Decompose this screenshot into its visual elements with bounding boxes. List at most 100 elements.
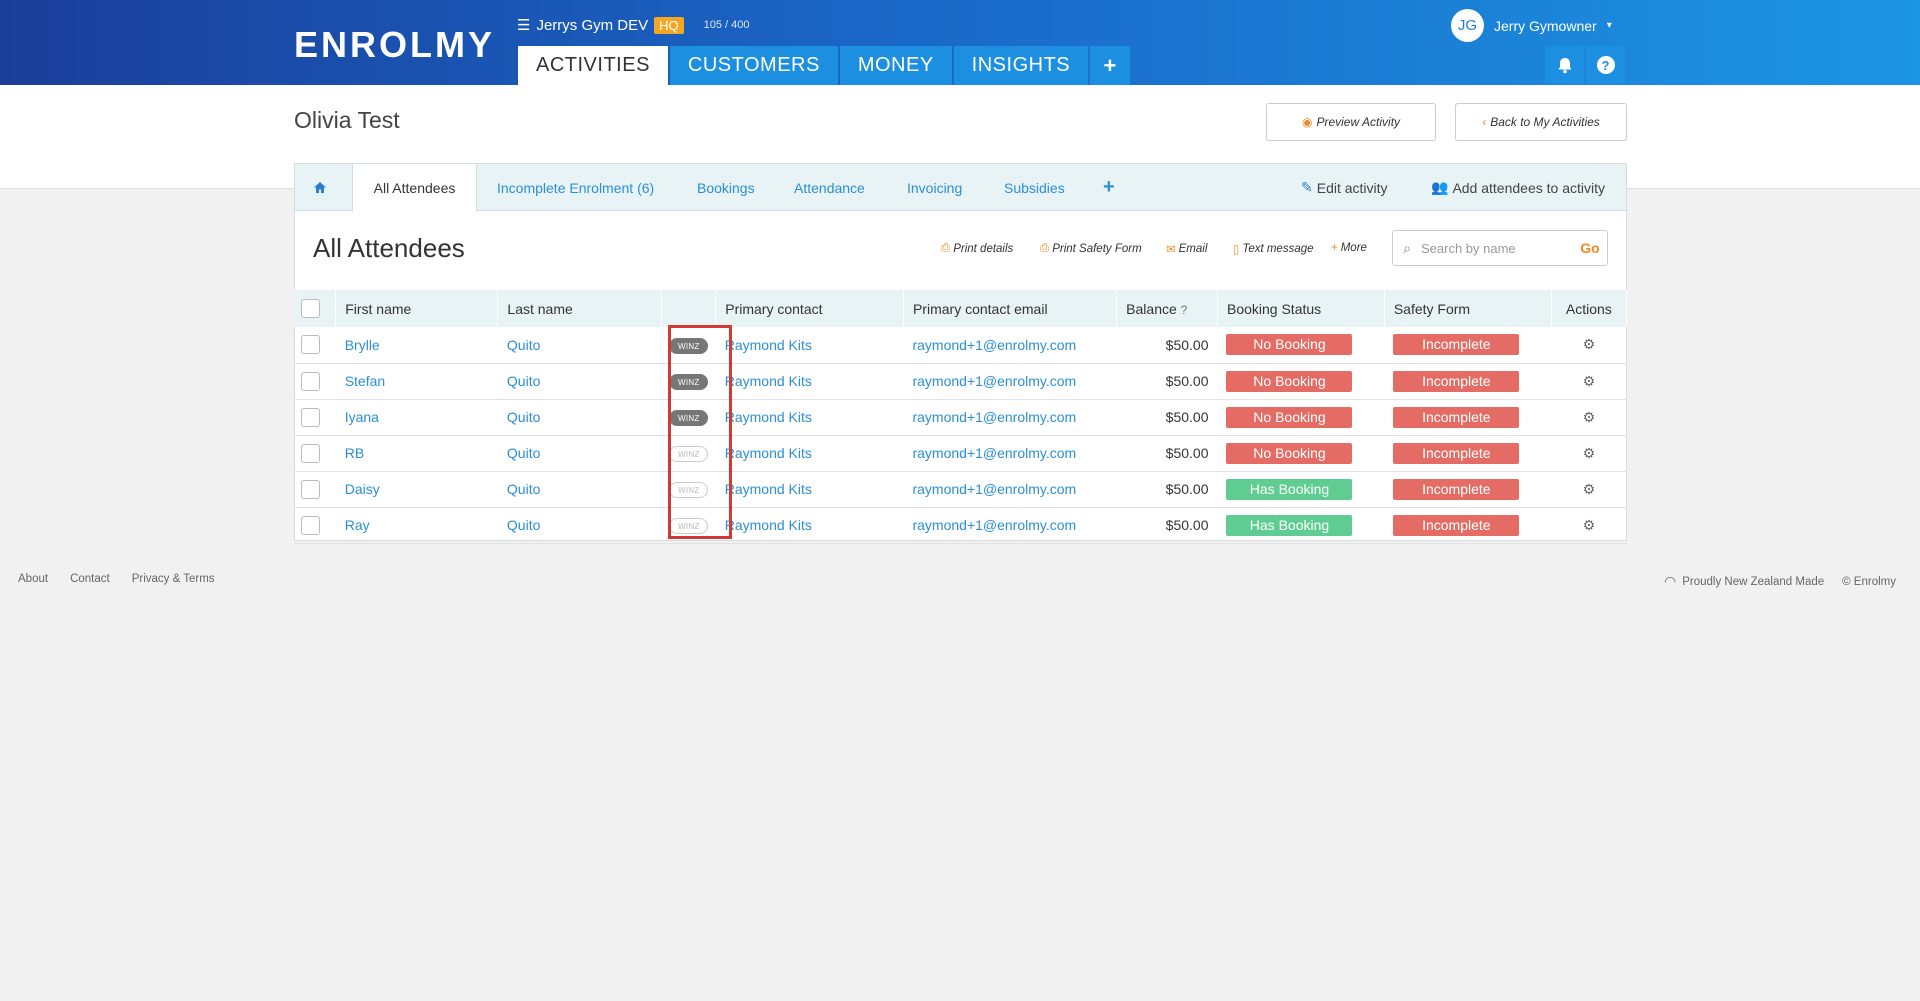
- select-all-checkbox[interactable]: [301, 299, 320, 318]
- col-balance[interactable]: Balance ?: [1116, 290, 1218, 327]
- enrolmy-logo[interactable]: ENROLMY: [294, 24, 495, 66]
- last-name-link[interactable]: Quito: [507, 409, 540, 425]
- add-attendees-link[interactable]: 👥 Add attendees to activity: [1431, 164, 1605, 211]
- nav-insights[interactable]: INSIGHTS: [953, 46, 1089, 85]
- row-checkbox[interactable]: [301, 371, 320, 391]
- gear-icon[interactable]: ⚙: [1583, 517, 1596, 533]
- winz-badge[interactable]: WINZ: [669, 518, 709, 534]
- footer-privacy-link[interactable]: Privacy & Terms: [132, 573, 215, 585]
- winz-badge[interactable]: WINZ: [669, 374, 709, 390]
- winz-badge[interactable]: WINZ: [669, 410, 709, 426]
- primary-contact-email-link[interactable]: raymond+1@enrolmy.com: [912, 373, 1076, 389]
- primary-contact-link[interactable]: Raymond Kits: [725, 445, 812, 461]
- row-checkbox[interactable]: [301, 479, 320, 499]
- col-first-name[interactable]: First name: [335, 290, 499, 327]
- tab-attendance[interactable]: Attendance: [794, 164, 865, 211]
- safety-form-badge[interactable]: Incomplete: [1393, 478, 1520, 500]
- bell-icon[interactable]: [1545, 46, 1584, 84]
- winz-badge[interactable]: WINZ: [669, 482, 709, 498]
- first-name-link[interactable]: Ray: [345, 517, 370, 533]
- contact-cell: Raymond Kits: [715, 471, 904, 508]
- col-last-name[interactable]: Last name: [497, 290, 662, 327]
- last-name-link[interactable]: Quito: [507, 337, 540, 353]
- col-primary-contact[interactable]: Primary contact: [715, 290, 904, 327]
- tab-incomplete-enrolment[interactable]: Incomplete Enrolment (6): [497, 164, 654, 211]
- chevron-down-icon[interactable]: ▾: [1607, 20, 1612, 31]
- gear-icon[interactable]: ⚙: [1583, 336, 1596, 352]
- avatar[interactable]: JG: [1451, 9, 1484, 42]
- envelope-icon: ✉: [1166, 244, 1176, 256]
- text-message-link[interactable]: ▯ Text message: [1233, 242, 1314, 256]
- winz-badge[interactable]: WINZ: [669, 337, 709, 354]
- primary-contact-link[interactable]: Raymond Kits: [725, 373, 812, 389]
- user-menu[interactable]: JG Jerry Gymowner ▾: [1451, 9, 1612, 42]
- primary-contact-email-link[interactable]: raymond+1@enrolmy.com: [912, 337, 1076, 353]
- row-checkbox[interactable]: [301, 515, 320, 535]
- last-name-link[interactable]: Quito: [507, 373, 540, 389]
- footer-about-link[interactable]: About: [18, 573, 48, 585]
- winz-badge[interactable]: WINZ: [669, 446, 709, 462]
- safety-form-badge[interactable]: Incomplete: [1393, 370, 1520, 392]
- gear-icon[interactable]: ⚙: [1583, 445, 1596, 461]
- tab-all-attendees[interactable]: All Attendees: [352, 164, 477, 212]
- chevron-left-icon: ‹: [1482, 115, 1487, 129]
- email-link[interactable]: ✉ Email: [1166, 242, 1207, 256]
- org-switcher[interactable]: ☰ Jerrys Gym DEV HQ 105 / 400: [517, 16, 750, 34]
- tab-subsidies[interactable]: Subsidies: [1004, 164, 1065, 211]
- question-circle-icon[interactable]: ?: [1181, 303, 1188, 317]
- home-icon[interactable]: [313, 164, 327, 211]
- help-icon[interactable]: ?: [1586, 46, 1625, 84]
- last-name-link[interactable]: Quito: [507, 517, 540, 533]
- col-safety-form[interactable]: Safety Form: [1384, 290, 1552, 327]
- col-primary-contact-email[interactable]: Primary contact email: [903, 290, 1118, 327]
- nav-customers[interactable]: CUSTOMERS: [669, 46, 838, 85]
- last-name-link[interactable]: Quito: [507, 445, 540, 461]
- primary-contact-email-link[interactable]: raymond+1@enrolmy.com: [912, 409, 1076, 425]
- col-booking-status[interactable]: Booking Status: [1217, 290, 1385, 327]
- search-input[interactable]: [1421, 240, 1573, 256]
- last-name-link[interactable]: Quito: [507, 481, 540, 497]
- first-name-link[interactable]: RB: [345, 445, 364, 461]
- primary-contact-email-link[interactable]: raymond+1@enrolmy.com: [912, 445, 1076, 461]
- back-to-activities-button[interactable]: ‹ Back to My Activities: [1455, 103, 1627, 141]
- primary-contact-link[interactable]: Raymond Kits: [725, 409, 812, 425]
- tab-invoicing[interactable]: Invoicing: [907, 164, 962, 211]
- first-name-link[interactable]: Daisy: [345, 481, 380, 497]
- first-name-link[interactable]: Stefan: [345, 373, 385, 389]
- gear-icon[interactable]: ⚙: [1583, 481, 1596, 497]
- print-safety-form-label: Print Safety Form: [1052, 242, 1142, 255]
- menu-icon[interactable]: ☰: [517, 16, 530, 34]
- plus-icon[interactable]: +: [1090, 46, 1131, 85]
- print-details-link[interactable]: ⎙ Print details: [941, 242, 1013, 255]
- org-name[interactable]: Jerrys Gym DEV: [536, 17, 648, 34]
- add-tab-plus-icon[interactable]: +: [1103, 164, 1115, 211]
- row-checkbox[interactable]: [301, 443, 320, 463]
- primary-contact-link[interactable]: Raymond Kits: [725, 481, 812, 497]
- preview-activity-button[interactable]: ◉ Preview Activity: [1266, 103, 1436, 141]
- primary-contact-email-link[interactable]: raymond+1@enrolmy.com: [912, 517, 1076, 533]
- safety-form-badge[interactable]: Incomplete: [1393, 334, 1520, 356]
- row-checkbox[interactable]: [301, 335, 320, 355]
- safety-form-badge[interactable]: Incomplete: [1393, 514, 1520, 536]
- footer-contact-link[interactable]: Contact: [70, 573, 110, 585]
- row-checkbox[interactable]: [301, 407, 320, 427]
- safety-form-cell: Incomplete: [1384, 507, 1552, 544]
- gear-icon[interactable]: ⚙: [1583, 373, 1596, 389]
- first-name-link[interactable]: Brylle: [345, 337, 380, 353]
- first-name-link[interactable]: Iyana: [345, 409, 379, 425]
- safety-form-badge[interactable]: Incomplete: [1393, 442, 1520, 464]
- nav-money[interactable]: MONEY: [839, 46, 952, 85]
- user-name[interactable]: Jerry Gymowner: [1494, 18, 1597, 34]
- search-go-button[interactable]: Go: [1573, 240, 1607, 256]
- safety-form-badge[interactable]: Incomplete: [1393, 406, 1520, 428]
- print-safety-form-link[interactable]: ⎙ Print Safety Form: [1040, 242, 1142, 255]
- email-cell: raymond+1@enrolmy.com: [903, 507, 1117, 544]
- gear-icon[interactable]: ⚙: [1583, 409, 1596, 425]
- primary-contact-link[interactable]: Raymond Kits: [725, 337, 812, 353]
- edit-activity-link[interactable]: ✎ Edit activity: [1301, 164, 1388, 211]
- nav-activities[interactable]: ACTIVITIES: [518, 46, 668, 85]
- more-link[interactable]: + More: [1331, 242, 1367, 254]
- tab-bookings[interactable]: Bookings: [697, 164, 755, 211]
- primary-contact-email-link[interactable]: raymond+1@enrolmy.com: [912, 481, 1076, 497]
- primary-contact-link[interactable]: Raymond Kits: [725, 517, 812, 533]
